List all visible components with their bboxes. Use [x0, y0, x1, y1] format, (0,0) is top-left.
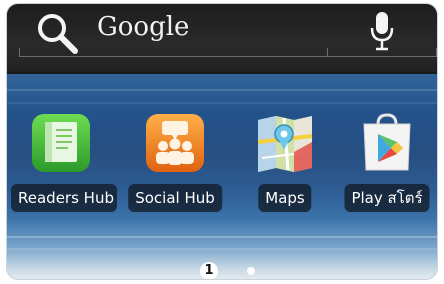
search-underline-tick [436, 48, 437, 57]
wallpaper-wave [7, 102, 437, 104]
page-indicator-dot[interactable] [247, 267, 255, 275]
google-search-label[interactable]: Google [97, 12, 189, 42]
app-play-store[interactable]: Play สโตร์ [335, 112, 437, 222]
app-readers-hub[interactable]: Readers Hub [9, 112, 117, 222]
readers-hub-icon[interactable] [30, 112, 92, 174]
social-hub-icon[interactable] [144, 112, 206, 174]
home-screen: Google Readers Hub Social Hub Maps Play … [6, 3, 438, 280]
page-indicator-active[interactable]: 1 [200, 262, 218, 279]
search-underline-tick [19, 48, 20, 57]
app-label: Social Hub [128, 184, 222, 212]
widget-divider [7, 72, 437, 74]
wallpaper-wave [7, 248, 437, 250]
search-icon[interactable] [35, 11, 79, 55]
app-maps[interactable]: Maps [233, 112, 337, 222]
maps-icon[interactable] [254, 112, 316, 174]
wallpaper-wave [7, 89, 437, 91]
search-underline-tick [327, 48, 328, 57]
app-label: Maps [258, 184, 312, 212]
app-label: Readers Hub [11, 184, 117, 212]
microphone-icon[interactable] [369, 10, 395, 52]
search-underline [19, 56, 437, 57]
play-store-icon[interactable] [356, 112, 418, 174]
google-search-widget[interactable]: Google [7, 4, 437, 72]
wallpaper-wave [7, 236, 437, 238]
app-label: Play สโตร์ [344, 184, 430, 212]
app-social-hub[interactable]: Social Hub [123, 112, 227, 222]
